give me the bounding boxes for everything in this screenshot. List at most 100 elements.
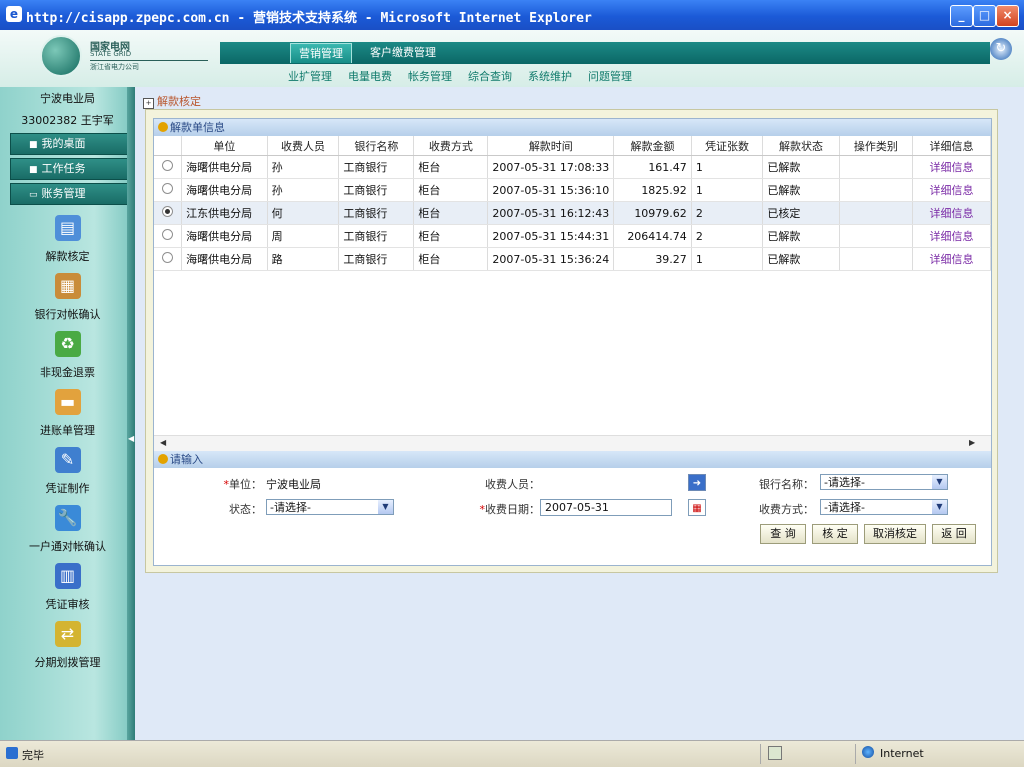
- table-cell: [839, 201, 914, 225]
- row-radio[interactable]: [162, 252, 174, 263]
- table-cell[interactable]: 详细信息: [912, 201, 991, 225]
- subnav-item[interactable]: 帐务管理: [408, 68, 452, 84]
- sidebar-button-desktop[interactable]: ■ 我的桌面: [10, 133, 128, 155]
- table-cell[interactable]: 详细信息: [912, 224, 991, 248]
- table-row[interactable]: 江东供电分局何工商银行 柜台 2007-05-31 16:12:43 10979.62…: [154, 201, 991, 225]
- chevron-down-icon[interactable]: ▼: [378, 500, 393, 514]
- collector-label: 收费人员：: [485, 478, 540, 491]
- sidebar-item-voucher-review[interactable]: ▥ 凭证审核: [0, 563, 135, 612]
- sidebar-item-voucher[interactable]: ✎ 凭证制作: [0, 447, 135, 496]
- row-radio-cell[interactable]: [154, 224, 183, 248]
- table-cell: 周: [267, 224, 340, 248]
- column-header[interactable]: 单位: [181, 136, 268, 156]
- table-cell[interactable]: 详细信息: [912, 155, 991, 179]
- bank-select[interactable]: -请选择- ▼: [820, 474, 948, 490]
- slip-icon: ▬: [54, 389, 81, 415]
- table-row[interactable]: 海曙供电分局路工商银行 柜台 2007-05-31 15:36:24 39.27 1 已解…: [154, 247, 991, 271]
- sidebar-button-accounts[interactable]: ▭ 账务管理: [10, 183, 128, 205]
- minimize-icon[interactable]: _: [950, 5, 973, 27]
- column-header[interactable]: 操作类别: [839, 136, 914, 156]
- unit-value: 宁波电业局: [266, 478, 321, 491]
- sidebar-item-label: 凭证制作: [45, 482, 90, 495]
- state-grid-logo-icon: [40, 35, 82, 77]
- row-radio-cell[interactable]: [154, 178, 183, 202]
- chevron-down-icon[interactable]: ▼: [932, 475, 947, 489]
- sidebar-unit: 宁波电业局: [40, 92, 95, 105]
- scroll-left-icon[interactable]: ◀: [160, 438, 166, 447]
- boxes-icon: ▦: [54, 273, 81, 299]
- status-select-value: -请选择-: [270, 501, 311, 514]
- sidebar-item-refund[interactable]: ♻ 非现金退票: [0, 331, 135, 380]
- column-header[interactable]: 收费方式: [413, 136, 489, 156]
- detail-link[interactable]: 详细信息: [930, 253, 974, 266]
- sidebar-item-label: 分期划拨管理: [34, 656, 101, 669]
- close-icon[interactable]: ×: [996, 5, 1019, 27]
- subnav-item[interactable]: 业扩管理: [288, 68, 332, 84]
- table-cell: 何: [267, 201, 340, 225]
- date-input[interactable]: 2007-05-31: [540, 499, 672, 516]
- table-row[interactable]: 海曙供电分局孙工商银行 柜台 2007-05-31 17:08:33 161.47 1 已…: [154, 155, 991, 179]
- column-header[interactable]: 解款时间: [487, 136, 615, 156]
- sidebar-splitter[interactable]: [127, 87, 135, 740]
- chevron-down-icon[interactable]: ▼: [932, 500, 947, 514]
- row-radio[interactable]: [162, 183, 174, 194]
- breadcrumb: + 解款核定: [143, 93, 201, 109]
- horizontal-scrollbar[interactable]: ◀ ▶: [154, 435, 991, 451]
- table-cell[interactable]: 详细信息: [912, 178, 991, 202]
- column-header[interactable]: 凭证张数: [691, 136, 764, 156]
- table-cell: 2007-05-31 16:12:43: [487, 201, 615, 225]
- table-header-row: 单位 收费人员 银行名称 收费方式 解款时间 解款金额 凭证张数 解款状态 操作…: [154, 136, 991, 156]
- row-radio[interactable]: [162, 206, 174, 217]
- table-cell: 海曙供电分局: [181, 178, 268, 202]
- column-header[interactable]: 详细信息: [912, 136, 991, 156]
- scroll-right-icon[interactable]: ▶: [969, 438, 975, 447]
- method-select[interactable]: -请选择- ▼: [820, 499, 948, 515]
- table-cell: 江东供电分局: [181, 201, 268, 225]
- collapse-arrow-icon[interactable]: ◀: [128, 434, 134, 443]
- table-cell: 工商银行: [338, 155, 415, 179]
- row-radio-cell[interactable]: [154, 155, 183, 179]
- sidebar-item-one-account[interactable]: 🔧 一户通对帐确认: [0, 505, 135, 554]
- back-button[interactable]: 返 回: [932, 524, 976, 544]
- sidebar-item-remit-approve[interactable]: ▤ 解款核定: [0, 215, 135, 264]
- row-radio[interactable]: [162, 229, 174, 240]
- status-select[interactable]: -请选择- ▼: [266, 499, 394, 515]
- collector-picker-icon[interactable]: ➜: [688, 474, 706, 491]
- maximize-icon[interactable]: □: [973, 5, 996, 27]
- subnav-item[interactable]: 系统维护: [528, 68, 572, 84]
- approve-button[interactable]: 核 定: [812, 524, 858, 544]
- subnav-item[interactable]: 电量电费: [348, 68, 392, 84]
- sidebar-item-installment[interactable]: ⇄ 分期划拨管理: [0, 621, 135, 670]
- table-row[interactable]: 海曙供电分局孙工商银行 柜台 2007-05-31 15:36:10 1825.92 1…: [154, 178, 991, 202]
- transfer-icon: ⇄: [54, 621, 81, 647]
- column-header[interactable]: 解款状态: [762, 136, 840, 156]
- window-title: http://cisapp.zpepc.com.cn - 营销技术支持系统 - …: [26, 11, 592, 26]
- cancel-approve-button[interactable]: 取消核定: [864, 524, 926, 544]
- detail-link[interactable]: 详细信息: [930, 184, 974, 197]
- detail-link[interactable]: 详细信息: [930, 161, 974, 174]
- tab-payment[interactable]: 客户缴费管理: [362, 43, 444, 62]
- query-button[interactable]: 查 询: [760, 524, 806, 544]
- table-row[interactable]: 海曙供电分局周工商银行 柜台 2007-05-31 15:44:31 206414.7…: [154, 224, 991, 248]
- refresh-icon[interactable]: ↻: [990, 38, 1012, 60]
- table-cell: 2: [691, 201, 764, 225]
- sidebar-item-bank-reconcile[interactable]: ▦ 银行对帐确认: [0, 273, 135, 322]
- column-header[interactable]: 解款金额: [613, 136, 692, 156]
- table-cell: 柜台: [413, 155, 489, 179]
- detail-link[interactable]: 详细信息: [930, 230, 974, 243]
- detail-link[interactable]: 详细信息: [930, 207, 974, 220]
- subnav-item[interactable]: 综合查询: [468, 68, 512, 84]
- row-radio[interactable]: [162, 160, 174, 171]
- tab-marketing[interactable]: 营销管理: [290, 43, 352, 63]
- table-cell: 已核定: [762, 201, 840, 225]
- subnav-item[interactable]: 问题管理: [588, 68, 632, 84]
- column-header[interactable]: 收费人员: [267, 136, 340, 156]
- table-cell[interactable]: 详细信息: [912, 247, 991, 271]
- row-radio-cell[interactable]: [154, 247, 183, 271]
- row-radio-cell[interactable]: [154, 201, 183, 225]
- table-cell: 路: [267, 247, 340, 271]
- sidebar-item-deposit-slip[interactable]: ▬ 进账单管理: [0, 389, 135, 438]
- sidebar-button-tasks[interactable]: ■ 工作任务: [10, 158, 128, 180]
- calendar-icon[interactable]: ▦: [688, 499, 706, 516]
- column-header[interactable]: 银行名称: [338, 136, 415, 156]
